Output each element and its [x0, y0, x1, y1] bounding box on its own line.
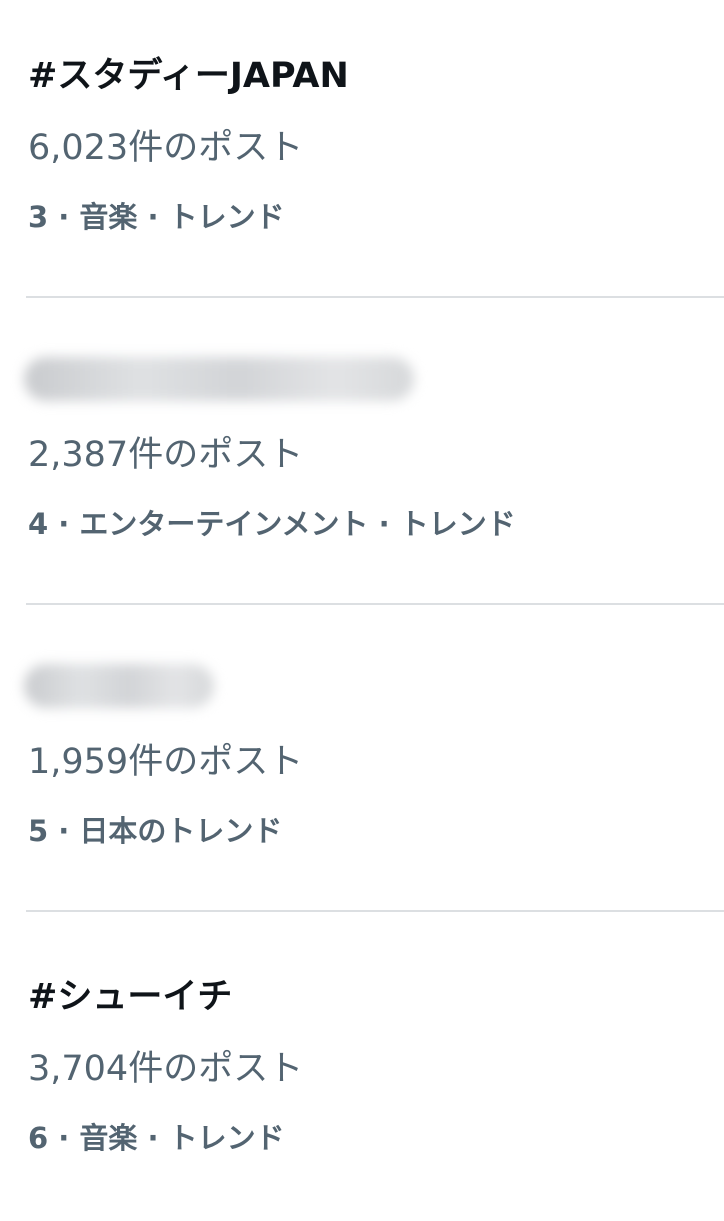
trend-post-count: 6,023件のポスト [28, 128, 304, 168]
trend-context: 5 · 日本のトレンド [28, 814, 283, 848]
trend-item-3[interactable]: 1,959件のポスト 5 · 日本のトレンド [0, 614, 724, 914]
trend-title: #シューイチ [28, 977, 233, 1017]
divider [26, 603, 724, 605]
divider [26, 296, 724, 298]
trend-context: 6 · 音楽 · トレンド [28, 1121, 285, 1155]
trend-post-count: 1,959件のポスト [28, 742, 304, 782]
trend-post-count: 2,387件のポスト [28, 435, 304, 475]
trend-context: 3 · 音楽 · トレンド [28, 200, 285, 234]
trend-title-redacted [24, 357, 414, 401]
trend-item-1[interactable]: #スタディーJAPAN 6,023件のポスト 3 · 音楽 · トレンド [0, 0, 724, 300]
trend-context: 4 · エンターテインメント · トレンド [28, 507, 516, 541]
trend-item-2[interactable]: 2,387件のポスト 4 · エンターテインメント · トレンド [0, 307, 724, 607]
trends-list: #スタディーJAPAN 6,023件のポスト 3 · 音楽 · トレンド 2,3… [0, 0, 724, 1200]
trend-post-count: 3,704件のポスト [28, 1049, 304, 1089]
trend-title-redacted [24, 664, 214, 708]
trend-title: #スタディーJAPAN [28, 56, 349, 96]
divider [26, 910, 724, 912]
trend-item-4[interactable]: #シューイチ 3,704件のポスト 6 · 音楽 · トレンド [0, 921, 724, 1221]
